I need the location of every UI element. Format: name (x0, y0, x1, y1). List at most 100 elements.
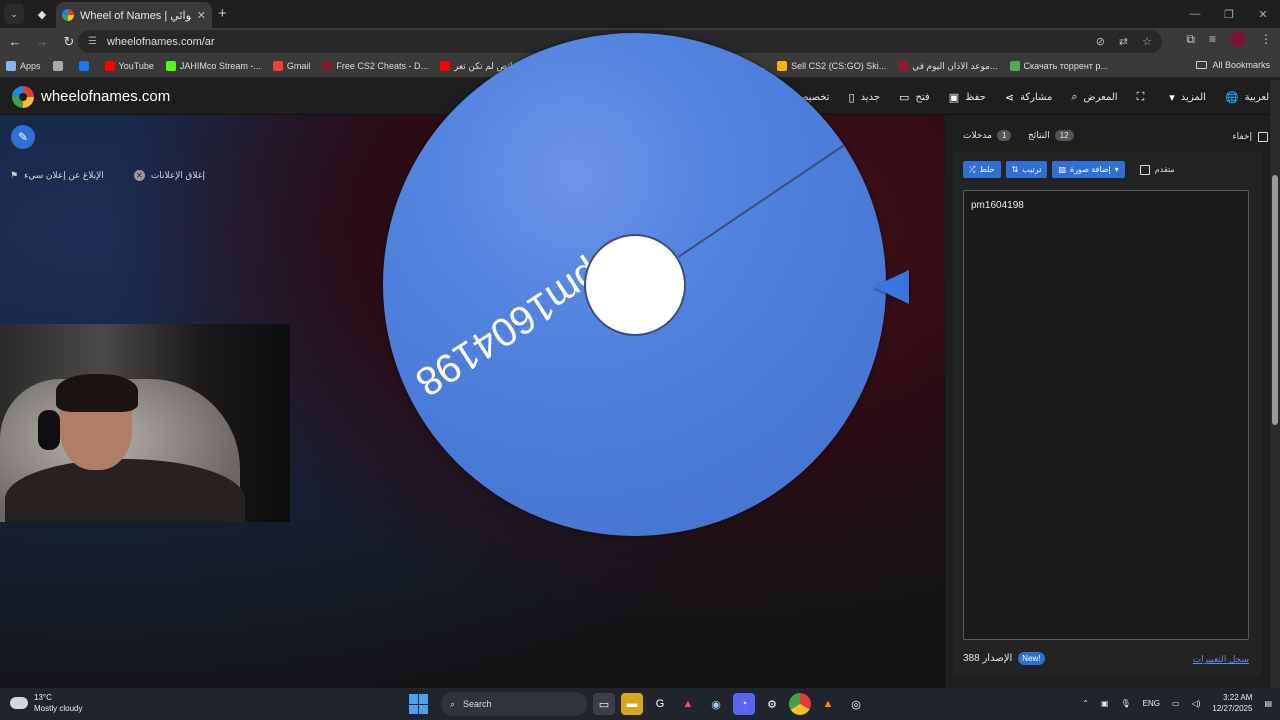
forward-icon[interactable]: → (30, 30, 54, 54)
sort-label: ترتيب (1022, 165, 1042, 174)
notification-icon[interactable]: ▤ (1264, 699, 1272, 708)
pinned-tab[interactable]: ◆ (31, 3, 53, 25)
bookmark-item[interactable]: YouTube (104, 61, 154, 71)
bookmark-item[interactable]: Apps (6, 61, 41, 71)
tray-app-icon[interactable]: ▣ (1101, 699, 1109, 708)
valorant-icon[interactable]: ▲ (677, 693, 699, 715)
bookmark-item[interactable] (78, 61, 93, 71)
bookmark-item[interactable] (52, 61, 67, 71)
menu-item-label: حفظ (965, 91, 986, 103)
edit-pencil-icon[interactable]: ✎ (11, 125, 35, 149)
tab-search-icon[interactable]: ⌄ (4, 4, 24, 24)
new-badge: New! (1018, 652, 1045, 665)
weather-widget[interactable]: 13°C Mostly cloudy (10, 692, 82, 714)
hide-toggle[interactable]: إخفاء (1232, 131, 1268, 142)
bookmark-item[interactable]: Gmail (272, 61, 310, 71)
chrome-icon[interactable] (789, 693, 811, 715)
microphone-icon[interactable]: 🎙 (1121, 699, 1131, 708)
tab-close-icon[interactable]: ✕ (197, 9, 206, 22)
bookmark-item[interactable]: JAHIMco Stream -... (165, 61, 261, 71)
weather-condition: Mostly cloudy (34, 704, 83, 713)
clock[interactable]: 3:22 AM 12/27/2025 (1212, 692, 1252, 714)
vlc-icon[interactable]: ▲ (817, 693, 839, 715)
advanced-toggle[interactable]: متقدم (1139, 164, 1175, 175)
page-scrollbar[interactable] (1270, 80, 1280, 688)
window-controls: — ❐ ✕ (1178, 0, 1280, 28)
bookmark-item[interactable]: Скачать торрент р... (1009, 61, 1108, 71)
translate-icon[interactable]: ⇄ (1119, 35, 1128, 48)
taskbar-apps: ⌕ Search ▭ ▬ G ▲ ◉ ◔ ⚙ ▲ ◎ (409, 692, 867, 716)
close-ads-link[interactable]: ✕ إغلاق الإعلانات (133, 170, 205, 181)
taskbar-search[interactable]: ⌕ Search (441, 692, 587, 716)
bookmark-label: موعد الاذان اليوم في... (912, 60, 998, 71)
site-logo-icon[interactable] (12, 85, 34, 108)
menu-item[interactable]: ▭ فتح (899, 91, 930, 104)
extensions-icon[interactable]: ⧉ (1186, 32, 1195, 47)
discord-icon[interactable]: ◔ (733, 693, 755, 715)
report-ad-link[interactable]: ⚑ الإبلاغ عن إعلان سيء (10, 170, 104, 181)
restore-icon[interactable]: ❐ (1212, 0, 1246, 28)
entries-textarea[interactable]: pm1604198 (963, 190, 1249, 640)
wheel-hub[interactable] (584, 234, 686, 336)
site-name[interactable]: wheelofnames.com (41, 88, 170, 105)
webcam-hair (56, 374, 138, 412)
advanced-checkbox[interactable] (1139, 164, 1150, 175)
entries-panel: مدخلات 1 النتائج 12 إخفاء ⤮ خلط ⇅ ترتيب … (945, 115, 1280, 688)
bookmark-favicon-icon (52, 61, 63, 71)
obs-icon[interactable]: ◎ (845, 693, 867, 715)
menu-item[interactable]: ⋖ مشاركة (1005, 91, 1053, 104)
menu-item-label: فتح (915, 91, 930, 103)
menu-item[interactable]: ⌕ المعرض (1071, 91, 1117, 104)
bookmark-favicon-icon (777, 61, 788, 71)
hide-checkbox[interactable] (1258, 131, 1268, 142)
all-bookmarks-button[interactable]: All Bookmarks (1196, 60, 1270, 70)
steelseries-icon[interactable]: ⚙ (761, 693, 783, 715)
active-tab[interactable]: Wheel of Names | عجلة الاسم العشوائي ✕ (56, 2, 212, 28)
tab-entries[interactable]: مدخلات 1 (963, 130, 1012, 141)
bookmark-favicon-icon (898, 61, 909, 71)
entries-toolbar: ⤮ خلط ⇅ ترتيب ▨ إضافة صورة ▾ متقدم (963, 161, 1175, 178)
menu-item[interactable]: ▣ حفظ (949, 91, 986, 104)
add-image-button[interactable]: ▨ إضافة صورة ▾ (1052, 161, 1125, 178)
site-info-icon[interactable]: ☰ (88, 36, 97, 47)
menu-item[interactable]: ▯ جديد (849, 91, 881, 104)
bookmark-item[interactable]: Sell CS2 (CS:GO) Ski... (777, 61, 886, 71)
scrollbar-thumb[interactable] (1272, 175, 1278, 425)
profile-avatar[interactable] (1230, 31, 1246, 47)
sort-button[interactable]: ⇅ ترتيب (1005, 161, 1048, 178)
bookmark-favicon-icon (104, 61, 115, 71)
webcam-overlay (0, 324, 290, 522)
volume-icon[interactable]: ◁) (1192, 699, 1201, 708)
eye-off-icon[interactable]: ⊘ (1096, 35, 1105, 48)
menu-item[interactable]: ⛶ (1137, 91, 1151, 104)
task-view-icon[interactable]: ▭ (593, 693, 615, 715)
sort-icon: ⇅ (1011, 165, 1019, 174)
steam-icon[interactable]: ◉ (705, 693, 727, 715)
browser-menu-icon[interactable]: ⋮ (1260, 32, 1272, 46)
network-icon[interactable]: ▭ (1172, 699, 1180, 708)
windows-start-icon[interactable] (409, 694, 429, 714)
g-app-icon[interactable]: G (649, 693, 671, 715)
tab-results[interactable]: النتائج 12 (1028, 130, 1074, 141)
new-tab-icon[interactable]: + (218, 5, 227, 22)
menu-item[interactable]: ▾ المزيد (1169, 91, 1206, 104)
bookmark-item[interactable]: موعد الاذان اليوم في... (898, 60, 998, 72)
close-window-icon[interactable]: ✕ (1246, 0, 1280, 28)
bookmark-favicon-icon (272, 61, 283, 71)
panel-tabs: مدخلات 1 النتائج 12 (945, 123, 1265, 154)
minimize-icon[interactable]: — (1178, 0, 1212, 28)
tab-title: Wheel of Names | عجلة الاسم العشوائي (80, 9, 191, 22)
fullscreen-icon: ⛶ (1136, 90, 1145, 103)
menu-item[interactable]: 🌐 العربية (1225, 91, 1272, 104)
bookmark-star-icon[interactable]: ☆ (1142, 35, 1152, 48)
file-explorer-icon[interactable]: ▬ (621, 693, 643, 715)
bookmark-item[interactable]: Free CS2 Cheats - D... (322, 61, 428, 71)
shuffle-button[interactable]: ⤮ خلط (963, 161, 1001, 178)
back-icon[interactable]: ← (3, 30, 27, 54)
changelog-link[interactable]: سجل التغييرات (1193, 654, 1249, 665)
media-icon[interactable]: ≡ (1209, 32, 1216, 46)
language-indicator[interactable]: ENG (1143, 699, 1160, 708)
all-bookmarks-label: All Bookmarks (1212, 60, 1270, 70)
tray-chevron-icon[interactable]: ⌃ (1082, 699, 1089, 708)
menu-item-label: مشاركة (1020, 91, 1053, 103)
